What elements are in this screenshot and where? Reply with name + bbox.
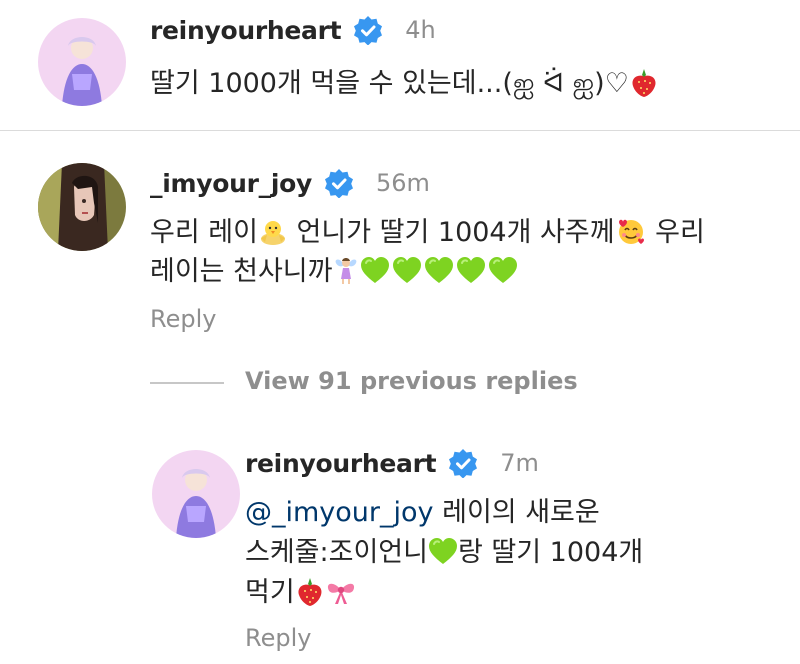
verified-badge-icon [448, 448, 479, 478]
smiling-face-with-hearts-icon [618, 219, 644, 244]
reply-text-line-3: 먹기 [245, 573, 357, 613]
timestamp: 56m [375, 169, 430, 197]
green-heart-icon [456, 256, 487, 284]
comment-text-line-2: 레이는 천사니까 [150, 252, 520, 292]
divider [0, 130, 800, 131]
fairy-icon [336, 258, 357, 284]
strawberry-icon [298, 578, 322, 606]
green-heart-icon [392, 256, 423, 284]
username[interactable]: reinyourheart [245, 449, 437, 478]
comment-text: 우리 레이 언니가 딸기 1004개 사주께 우리 [150, 217, 705, 248]
reply-button[interactable]: Reply [150, 305, 216, 333]
green-heart-icon [424, 256, 455, 284]
reply-button[interactable]: Reply [245, 624, 311, 652]
avatar[interactable] [38, 18, 126, 106]
username[interactable]: _imyour_joy [150, 169, 312, 198]
verified-badge-icon [353, 15, 384, 45]
timestamp: 7m [500, 449, 539, 477]
avatar[interactable] [38, 163, 126, 251]
chick-icon [260, 221, 285, 245]
strawberry-icon [632, 69, 656, 97]
ribbon-icon [327, 583, 354, 604]
username[interactable]: reinyourheart [150, 16, 342, 45]
reply-text-line-2: 스케줄:조이언니 랑 딸기 1004개 [245, 537, 644, 568]
comment-text: 딸기 1000개 먹을 수 있는데...(ஐ ᐛ ஐ)♡ [150, 64, 659, 104]
mention-link[interactable]: @_imyour_joy [245, 497, 434, 528]
green-heart-icon [488, 256, 519, 284]
thread-line [150, 382, 224, 384]
verified-badge-icon [323, 168, 354, 198]
reply-text: @_imyour_joy 레이의 새로운 [245, 497, 600, 528]
green-heart-icon [427, 537, 458, 565]
timestamp: 4h [405, 16, 436, 44]
avatar[interactable] [152, 450, 240, 538]
view-previous-replies-button[interactable]: View 91 previous replies [245, 367, 578, 395]
green-heart-icon [360, 256, 391, 284]
